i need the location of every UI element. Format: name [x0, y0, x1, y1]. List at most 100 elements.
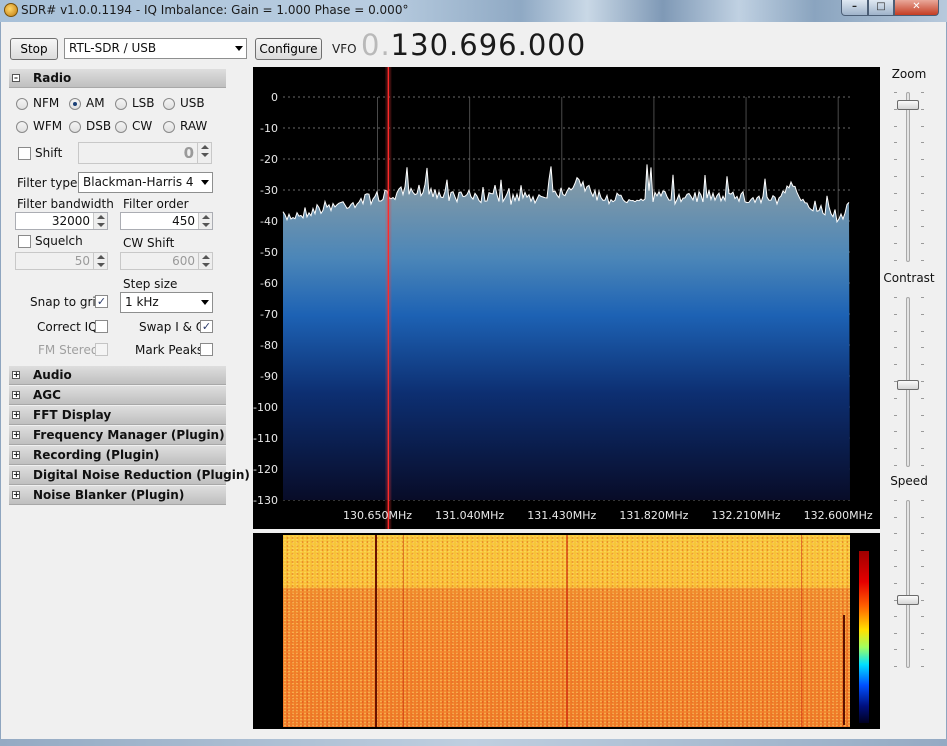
slider-tick — [921, 448, 924, 450]
waterfall-color-scale — [859, 551, 869, 723]
fft-display-section-header[interactable]: + FFT Display — [9, 406, 226, 425]
radio-section-header[interactable]: – Radio — [9, 69, 226, 88]
waterfall-vfo-trace — [375, 535, 377, 727]
mark-peaks-checkbox[interactable] — [200, 343, 213, 356]
shift-input[interactable]: 0 — [78, 142, 212, 164]
speed-slider-thumb[interactable] — [897, 594, 919, 605]
slider-tick-column — [921, 92, 925, 262]
mode-radio-nfm[interactable] — [16, 98, 28, 110]
spinner-icon[interactable] — [197, 143, 211, 163]
slider-tick — [921, 142, 924, 144]
mode-radio-lsb[interactable] — [115, 98, 127, 110]
collapse-icon: – — [12, 73, 20, 82]
stop-button[interactable]: Stop — [10, 38, 58, 60]
mode-radio-raw[interactable] — [163, 121, 175, 133]
shift-checkbox[interactable] — [18, 147, 31, 160]
digital-noise-reduction-section-header[interactable]: + Digital Noise Reduction (Plugin) — [9, 466, 250, 485]
mode-label-usb: USB — [180, 96, 205, 110]
spinner-icon[interactable] — [93, 213, 107, 229]
slider-tick — [894, 599, 897, 601]
slider-tick — [921, 192, 924, 194]
slider-tick — [894, 448, 897, 450]
mode-radio-am[interactable] — [69, 98, 81, 110]
speed-label: Speed — [890, 474, 928, 488]
mode-radio-cw[interactable] — [115, 121, 127, 133]
slider-tick — [894, 260, 897, 261]
waterfall-display[interactable] — [253, 533, 880, 729]
radio-section-title: Radio — [33, 71, 72, 85]
slider-tick — [894, 465, 897, 466]
slider-tick — [921, 500, 924, 501]
mode-radio-usb[interactable] — [163, 98, 175, 110]
slider-tick — [921, 243, 924, 245]
expand-icon: + — [12, 390, 20, 399]
spectrum-plot: 0 -10 -20 -30 -40 -50 -60 -70 -80 -90 -100 -110 -120… — [253, 67, 873, 529]
slider-tick — [921, 599, 924, 601]
y-tick-label: -30 — [260, 184, 278, 197]
spinner-icon[interactable] — [93, 253, 107, 269]
app-icon — [4, 3, 18, 17]
spectrum-analyzer[interactable]: 0 -10 -20 -30 -40 -50 -60 -70 -80 -90 -100 -110 -120… — [253, 67, 880, 529]
y-tick-label: -10 — [260, 122, 278, 135]
recording-section-header[interactable]: + Recording (Plugin) — [9, 446, 226, 465]
slider-tick — [894, 108, 897, 110]
snap-to-grid-checkbox[interactable]: ✓ — [95, 295, 108, 308]
slider-tick-column — [921, 297, 925, 467]
vfo-frequency-display[interactable]: 0.130.696.000 — [361, 28, 586, 62]
slider-tick — [894, 649, 897, 651]
swap-iq-checkbox[interactable]: ✓ — [200, 320, 213, 333]
noise-blanker-section-header[interactable]: + Noise Blanker (Plugin) — [9, 486, 226, 505]
mode-label-nfm: NFM — [33, 96, 60, 110]
close-button[interactable]: ✕ — [894, 0, 939, 16]
window-title: SDR# v1.0.0.1194 - IQ Imbalance: Gain = … — [21, 3, 409, 17]
y-tick-label: -110 — [253, 432, 278, 445]
frequency-manager-section-header[interactable]: + Frequency Manager (Plugin) — [9, 426, 226, 445]
vfo-label: VFO — [332, 42, 357, 56]
squelch-checkbox[interactable] — [18, 235, 31, 248]
expand-icon: + — [12, 430, 20, 439]
mode-radio-dsb[interactable] — [69, 121, 81, 133]
y-tick-label: -50 — [260, 246, 278, 259]
filter-bandwidth-input[interactable]: 32000 — [15, 212, 108, 230]
slider-tick — [921, 364, 924, 366]
minimize-button[interactable]: – — [841, 0, 868, 16]
slider-tick — [894, 142, 897, 144]
correct-iq-checkbox[interactable] — [95, 320, 108, 333]
filter-order-input[interactable]: 450 — [120, 212, 213, 230]
waterfall-signal-trace — [403, 535, 404, 727]
audio-section-header[interactable]: + Audio — [9, 366, 226, 385]
step-size-select[interactable]: 1 kHz — [120, 292, 213, 313]
zoom-slider-track[interactable] — [906, 92, 910, 262]
slider-tick — [894, 330, 897, 332]
spinner-icon[interactable] — [198, 213, 212, 229]
expand-icon: + — [12, 490, 20, 499]
filter-type-select[interactable]: Blackman-Harris 4 — [78, 172, 213, 193]
slider-tick — [894, 226, 897, 228]
slider-tick — [921, 226, 924, 228]
spinner-icon[interactable] — [198, 253, 212, 269]
shift-value: 0 — [183, 144, 194, 162]
expand-icon: + — [12, 410, 20, 419]
y-tick-label: -90 — [260, 370, 278, 383]
cw-shift-label: CW Shift — [123, 236, 175, 250]
cw-shift-input[interactable]: 600 — [120, 252, 213, 270]
slider-tick — [921, 566, 924, 568]
agc-section-header[interactable]: + AGC — [9, 386, 226, 405]
slider-tick — [894, 125, 897, 127]
speed-slider-track[interactable] — [906, 500, 910, 668]
title-bar: SDR# v1.0.0.1194 - IQ Imbalance: Gain = … — [0, 0, 947, 22]
configure-button[interactable]: Configure — [255, 38, 322, 60]
device-select-value: RTL-SDR / USB — [69, 41, 157, 55]
slider-tick — [894, 549, 897, 551]
mode-radio-wfm[interactable] — [16, 121, 28, 133]
slider-tick — [894, 397, 897, 399]
squelch-input[interactable]: 50 — [15, 252, 108, 270]
device-select[interactable]: RTL-SDR / USB — [64, 38, 247, 59]
zoom-slider-thumb[interactable] — [897, 100, 919, 110]
contrast-slider-thumb[interactable] — [897, 380, 919, 391]
mode-label-cw: CW — [132, 119, 153, 133]
maximize-button[interactable]: □ — [868, 0, 894, 16]
slider-tick — [921, 666, 924, 667]
slider-tick — [894, 500, 897, 501]
fm-stereo-checkbox[interactable] — [95, 343, 108, 356]
